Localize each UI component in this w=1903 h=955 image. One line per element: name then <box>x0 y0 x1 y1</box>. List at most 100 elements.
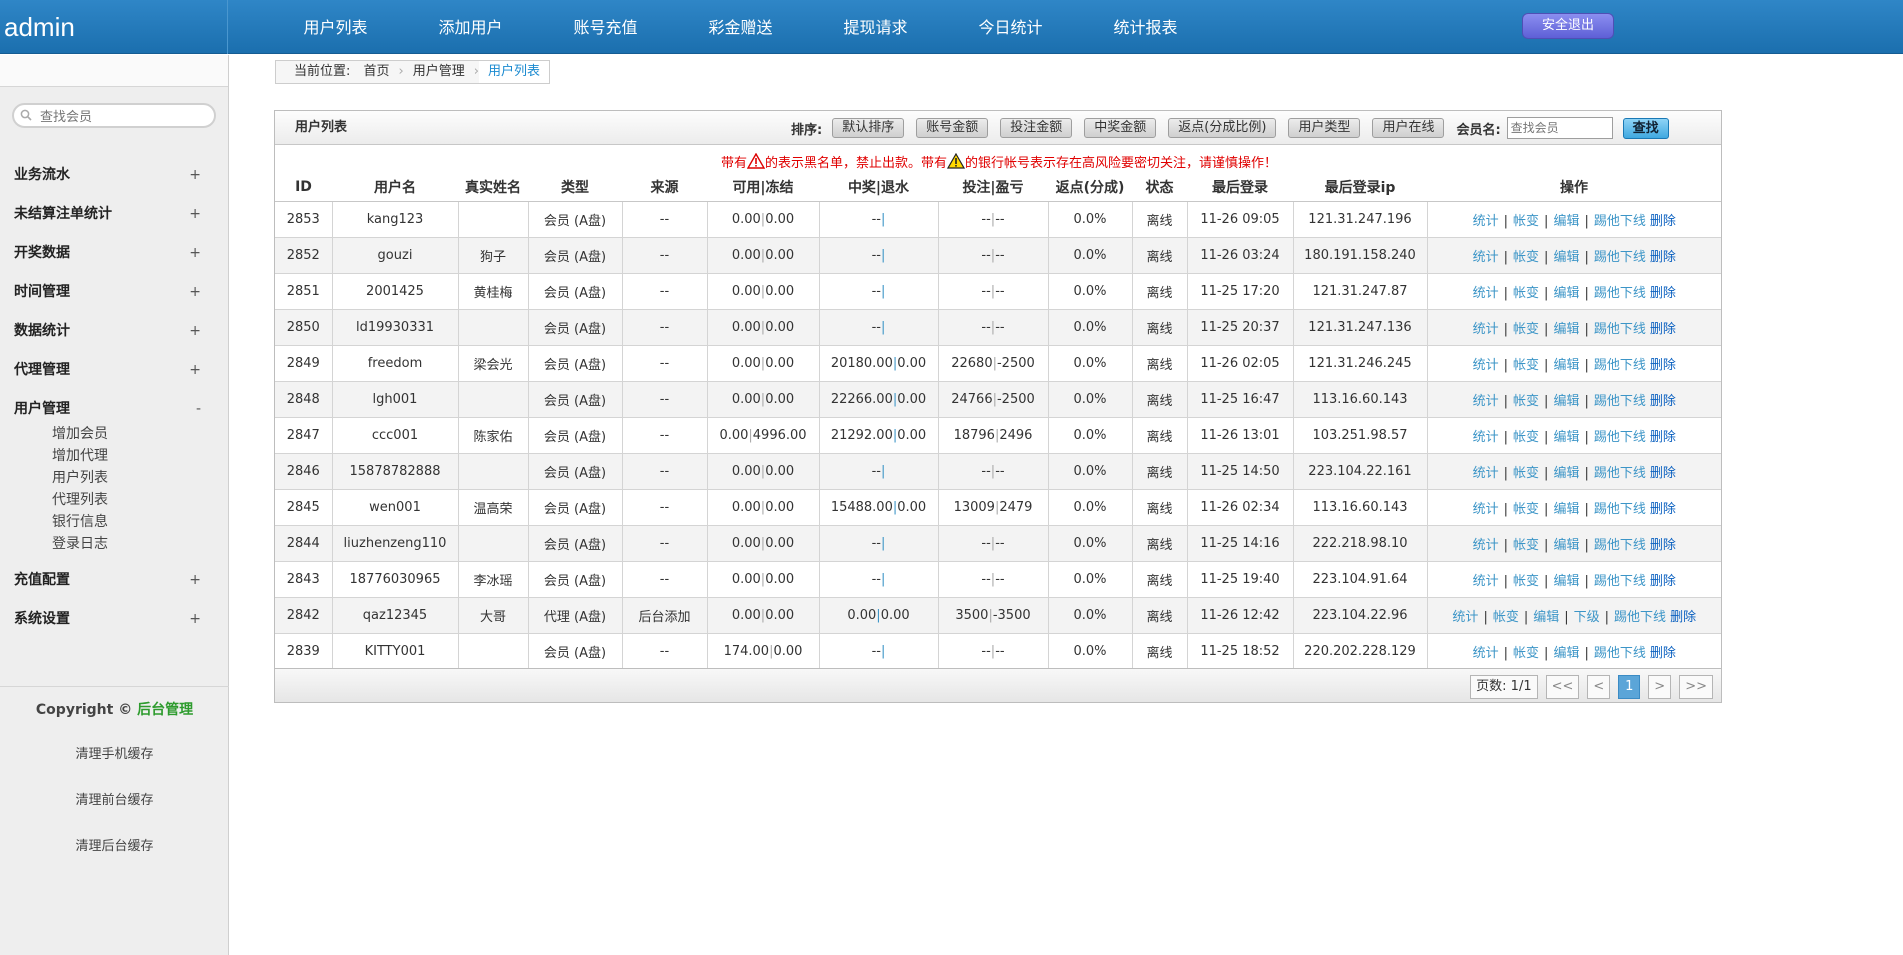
stats-link[interactable]: 统计 <box>1473 466 1499 481</box>
account-change-link[interactable]: 帐变 <box>1513 322 1539 337</box>
edit-link[interactable]: 编辑 <box>1553 646 1579 661</box>
account-change-link[interactable]: 帐变 <box>1513 574 1539 589</box>
cell-type[interactable]: 会员 (A盘) <box>528 633 623 670</box>
page-1-button[interactable]: 1 <box>1618 675 1641 699</box>
stats-link[interactable]: 统计 <box>1473 286 1499 301</box>
stats-link[interactable]: 统计 <box>1473 214 1499 229</box>
delete-link[interactable]: 删除 <box>1670 610 1696 625</box>
kick-offline-link[interactable]: 踢他下线 <box>1594 214 1646 229</box>
sidebar-item-agents[interactable]: 代理管理 + <box>0 351 229 390</box>
sort-rebate-button[interactable]: 返点(分成比例) <box>1168 118 1277 138</box>
stats-link[interactable]: 统计 <box>1473 502 1499 517</box>
sidebar-item-system[interactable]: 系统设置 + <box>0 600 229 639</box>
stats-link[interactable]: 统计 <box>1452 610 1478 625</box>
delete-link[interactable]: 删除 <box>1650 286 1676 301</box>
sidebar-item-business-flow[interactable]: 业务流水 + <box>0 156 229 195</box>
kick-offline-link[interactable]: 踢他下线 <box>1594 250 1646 265</box>
topnav-reports[interactable]: 统计报表 <box>1078 0 1213 54</box>
kick-offline-link[interactable]: 踢他下线 <box>1594 430 1646 445</box>
kick-offline-link[interactable]: 踢他下线 <box>1594 358 1646 373</box>
topnav-withdraw[interactable]: 提现请求 <box>808 0 943 54</box>
delete-link[interactable]: 删除 <box>1650 466 1676 481</box>
sort-win-button[interactable]: 中奖金额 <box>1084 118 1157 138</box>
sort-balance-button[interactable]: 账号金额 <box>916 118 989 138</box>
cell-type[interactable]: 会员 (A盘) <box>528 381 623 418</box>
prev-page-button[interactable]: < <box>1587 675 1611 699</box>
submenu-login-log[interactable]: 登录日志 <box>52 533 229 555</box>
cell-type[interactable]: 会员 (A盘) <box>528 525 623 562</box>
sidebar-item-time[interactable]: 时间管理 + <box>0 273 229 312</box>
delete-link[interactable]: 删除 <box>1650 250 1676 265</box>
delete-link[interactable]: 删除 <box>1650 394 1676 409</box>
account-change-link[interactable]: 帐变 <box>1513 358 1539 373</box>
cell-type[interactable]: 会员 (A盘) <box>528 201 623 238</box>
submenu-agent-list[interactable]: 代理列表 <box>52 489 229 511</box>
cell-type[interactable]: 会员 (A盘) <box>528 417 623 454</box>
stats-link[interactable]: 统计 <box>1473 574 1499 589</box>
cell-type[interactable]: 会员 (A盘) <box>528 237 623 274</box>
edit-link[interactable]: 编辑 <box>1533 610 1559 625</box>
sidebar-item-users[interactable]: 用户管理 - <box>0 390 229 429</box>
stats-link[interactable]: 统计 <box>1473 322 1499 337</box>
kick-offline-link[interactable]: 踢他下线 <box>1594 286 1646 301</box>
cell-type[interactable]: 会员 (A盘) <box>528 345 623 382</box>
edit-link[interactable]: 编辑 <box>1553 358 1579 373</box>
edit-link[interactable]: 编辑 <box>1553 286 1579 301</box>
edit-link[interactable]: 编辑 <box>1553 502 1579 517</box>
sort-user-type-button[interactable]: 用户类型 <box>1288 118 1361 138</box>
edit-link[interactable]: 编辑 <box>1553 322 1579 337</box>
account-change-link[interactable]: 帐变 <box>1513 286 1539 301</box>
clear-backend-cache-button[interactable]: 清理后台缓存 <box>0 835 229 854</box>
topnav-user-list[interactable]: 用户列表 <box>268 0 403 54</box>
cell-type[interactable]: 会员 (A盘) <box>528 561 623 598</box>
edit-link[interactable]: 编辑 <box>1553 214 1579 229</box>
first-page-button[interactable]: << <box>1545 675 1580 699</box>
delete-link[interactable]: 删除 <box>1650 574 1676 589</box>
edit-link[interactable]: 编辑 <box>1553 466 1579 481</box>
account-change-link[interactable]: 帐变 <box>1513 250 1539 265</box>
next-page-button[interactable]: > <box>1648 675 1672 699</box>
account-change-link[interactable]: 帐变 <box>1513 214 1539 229</box>
logout-button[interactable]: 安全退出 <box>1522 13 1614 39</box>
delete-link[interactable]: 删除 <box>1650 646 1676 661</box>
edit-link[interactable]: 编辑 <box>1553 538 1579 553</box>
edit-link[interactable]: 编辑 <box>1553 250 1579 265</box>
account-change-link[interactable]: 帐变 <box>1513 646 1539 661</box>
edit-link[interactable]: 编辑 <box>1553 574 1579 589</box>
kick-offline-link[interactable]: 踢他下线 <box>1594 466 1646 481</box>
account-change-link[interactable]: 帐变 <box>1513 394 1539 409</box>
delete-link[interactable]: 删除 <box>1650 214 1676 229</box>
account-change-link[interactable]: 帐变 <box>1513 502 1539 517</box>
last-page-button[interactable]: >> <box>1679 675 1713 699</box>
cell-type[interactable]: 会员 (A盘) <box>528 489 623 526</box>
account-change-link[interactable]: 帐变 <box>1513 466 1539 481</box>
subordinates-link[interactable]: 下级 <box>1574 610 1600 625</box>
delete-link[interactable]: 删除 <box>1650 322 1676 337</box>
stats-link[interactable]: 统计 <box>1473 430 1499 445</box>
kick-offline-link[interactable]: 踢他下线 <box>1614 610 1666 625</box>
sidebar-item-draw-data[interactable]: 开奖数据 + <box>0 234 229 273</box>
kick-offline-link[interactable]: 踢他下线 <box>1594 502 1646 517</box>
kick-offline-link[interactable]: 踢他下线 <box>1594 646 1646 661</box>
edit-link[interactable]: 编辑 <box>1553 430 1579 445</box>
sort-bet-button[interactable]: 投注金额 <box>1000 118 1073 138</box>
delete-link[interactable]: 删除 <box>1650 538 1676 553</box>
sidebar-item-stats[interactable]: 数据统计 + <box>0 312 229 351</box>
delete-link[interactable]: 删除 <box>1650 430 1676 445</box>
breadcrumb-home[interactable]: 首页 <box>364 64 390 79</box>
breadcrumb-section[interactable]: 用户管理 <box>404 61 474 83</box>
cell-type[interactable]: 会员 (A盘) <box>528 309 623 346</box>
clear-frontend-cache-button[interactable]: 清理前台缓存 <box>0 789 229 808</box>
sort-default-button[interactable]: 默认排序 <box>832 118 905 138</box>
delete-link[interactable]: 删除 <box>1650 358 1676 373</box>
submenu-bank-info[interactable]: 银行信息 <box>52 511 229 533</box>
sidebar-item-recharge-config[interactable]: 充值配置 + <box>0 561 229 600</box>
cell-type[interactable]: 会员 (A盘) <box>528 273 623 310</box>
sidebar-search-input[interactable] <box>40 107 210 125</box>
clear-mobile-cache-button[interactable]: 清理手机缓存 <box>0 743 229 762</box>
topnav-add-user[interactable]: 添加用户 <box>403 0 538 54</box>
delete-link[interactable]: 删除 <box>1650 502 1676 517</box>
account-change-link[interactable]: 帐变 <box>1513 430 1539 445</box>
kick-offline-link[interactable]: 踢他下线 <box>1594 394 1646 409</box>
topnav-recharge[interactable]: 账号充值 <box>538 0 673 54</box>
